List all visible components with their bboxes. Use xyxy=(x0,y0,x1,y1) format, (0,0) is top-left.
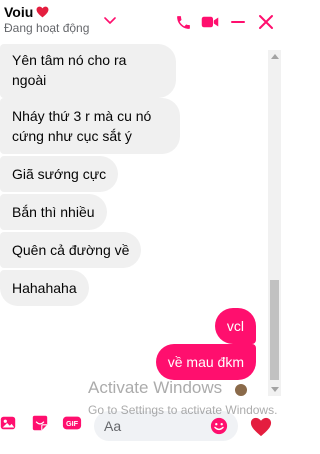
message-line: cứng như cục sắt ý xyxy=(12,128,132,144)
heart-icon xyxy=(36,6,49,18)
minimize-icon[interactable] xyxy=(228,12,248,32)
phone-icon[interactable] xyxy=(173,12,193,32)
seen-avatar xyxy=(234,383,248,397)
chat-header: Voiu Đang hoạt động xyxy=(0,0,281,44)
message-bubble-incoming[interactable]: Giã sướng cực xyxy=(0,156,119,192)
message-input-box[interactable] xyxy=(94,411,238,441)
message-bubble-outgoing[interactable]: về mau đkm xyxy=(155,344,256,380)
message-bubble-incoming[interactable]: Yên tâm nó cho ra ngoài xyxy=(0,44,176,98)
scrollbar-thumb[interactable] xyxy=(270,280,279,380)
composer-bar: GIF xyxy=(0,400,281,454)
message-bubble-incoming[interactable]: Quên cả đường về xyxy=(0,232,142,268)
message-bubble-outgoing[interactable]: vcl xyxy=(214,308,256,344)
message-line: Bắn thì nhiều xyxy=(12,204,95,220)
chevron-down-icon[interactable] xyxy=(104,16,116,26)
scroll-down-arrow-icon[interactable] xyxy=(271,387,279,392)
emoji-icon[interactable] xyxy=(210,417,228,435)
message-line: Quên cả đường về xyxy=(12,242,130,258)
message-line: Nháy thứ 3 r mà cu nó xyxy=(12,108,152,124)
message-line: ngoài xyxy=(12,72,47,88)
message-line: Yên tâm nó cho ra xyxy=(12,52,127,68)
message-bubble-incoming[interactable]: Hahahaha xyxy=(0,270,89,306)
message-bubble-incoming[interactable]: Nháy thứ 3 r mà cu nó cứng như cục sắt ý xyxy=(0,98,180,154)
message-line: Hahahaha xyxy=(12,280,77,296)
image-icon[interactable] xyxy=(0,413,18,433)
svg-text:GIF: GIF xyxy=(66,419,79,428)
like-heart-icon[interactable] xyxy=(250,416,272,438)
chat-scrollbar[interactable] xyxy=(268,50,281,396)
contact-name: Voiu xyxy=(4,4,34,20)
message-input[interactable] xyxy=(104,417,208,435)
message-list[interactable]: Yên tâm nó cho ra ngoài Nháy thứ 3 r mà … xyxy=(0,44,268,396)
gif-icon[interactable]: GIF xyxy=(62,413,82,433)
message-bubble-incoming[interactable]: Bắn thì nhiều xyxy=(0,194,107,230)
contact-info[interactable]: Voiu Đang hoạt động xyxy=(4,4,89,35)
contact-status: Đang hoạt động xyxy=(4,21,90,35)
video-icon[interactable] xyxy=(200,12,220,32)
scroll-up-arrow-icon[interactable] xyxy=(271,54,279,59)
close-icon[interactable] xyxy=(256,12,276,32)
message-line: Giã sướng cực xyxy=(12,166,107,182)
message-line: về mau đkm xyxy=(167,354,244,370)
sticker-icon[interactable] xyxy=(30,413,50,433)
message-line: vcl xyxy=(226,318,244,334)
